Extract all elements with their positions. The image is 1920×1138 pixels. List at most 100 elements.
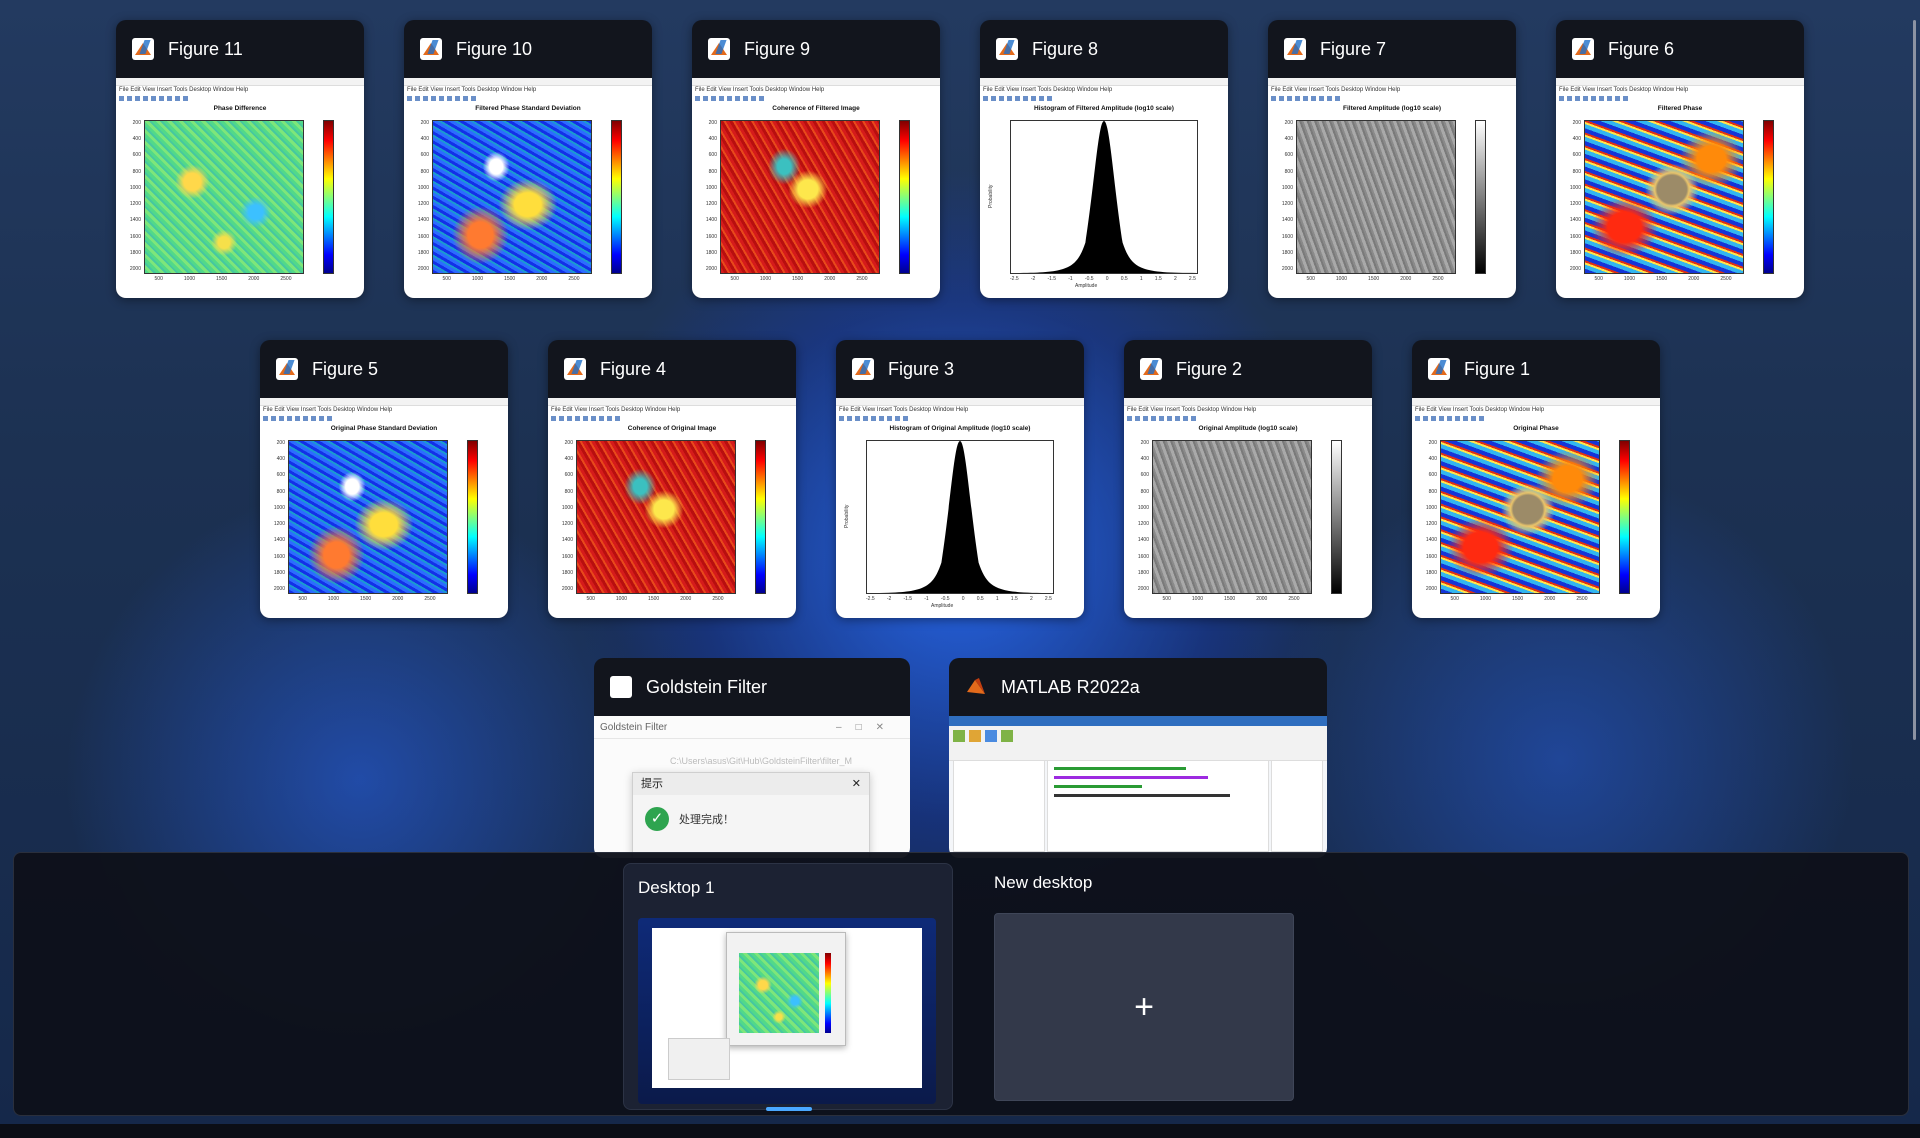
x-tick: 1.5 <box>1154 276 1162 282</box>
plot-title: Filtered Phase <box>1657 105 1703 112</box>
window-controls[interactable]: –□✕ <box>836 722 898 733</box>
x-tick: 1000 <box>759 276 772 282</box>
colorbar <box>323 120 334 274</box>
figure-menu-bar[interactable]: File Edit View Insert Tools Desktop Wind… <box>404 86 652 94</box>
figure-toolbar[interactable] <box>836 414 1084 422</box>
new-desktop-button[interactable]: + <box>994 913 1294 1101</box>
y-tick: 1800 <box>705 249 717 256</box>
y-tick: 1800 <box>1281 249 1293 256</box>
y-tick: 1000 <box>705 184 717 191</box>
path-field[interactable]: C:\Users\asus\Git\Hub\GoldsteinFilter\fi… <box>670 756 852 766</box>
figure-thumbnail[interactable]: File Edit View Insert Tools Desktop Wind… <box>1124 398 1372 618</box>
goldstein-filter-window[interactable]: Goldstein Filter Goldstein Filter –□✕ C:… <box>594 658 910 858</box>
colorbar <box>611 120 622 274</box>
figure-menu-bar[interactable]: File Edit View Insert Tools Desktop Wind… <box>980 86 1228 94</box>
plot-title: Filtered Amplitude (log10 scale) <box>1342 105 1441 112</box>
x-tick: -1 <box>924 596 929 602</box>
figure-menu-bar[interactable]: File Edit View Insert Tools Desktop Wind… <box>548 406 796 414</box>
figure-thumbnail[interactable]: File Edit View Insert Tools Desktop Wind… <box>1268 78 1516 298</box>
y-tick: 1600 <box>1137 553 1149 560</box>
desktop-1-thumbnail[interactable] <box>638 918 936 1104</box>
y-tick: 1200 <box>1425 521 1437 528</box>
y-tick: 200 <box>1140 440 1149 446</box>
y-tick: 600 <box>1284 152 1293 159</box>
figure-menu-bar[interactable]: File Edit View Insert Tools Desktop Wind… <box>1556 86 1804 94</box>
y-tick: 1000 <box>273 504 285 511</box>
figure-window[interactable]: Figure 7 File Edit View Insert Tools Desk… <box>1268 20 1516 298</box>
plot-title: Filtered Phase Standard Deviation <box>475 105 581 112</box>
figure-menu-bar[interactable]: File Edit View Insert Tools Desktop Wind… <box>1412 406 1660 414</box>
matlab-icon <box>852 358 874 380</box>
figure-menu-bar[interactable]: File Edit View Insert Tools Desktop Wind… <box>260 406 508 414</box>
x-tick: 2500 <box>1720 276 1732 282</box>
figure-thumbnail[interactable]: File Edit View Insert Tools Desktop Wind… <box>1556 78 1804 298</box>
matlab-icon <box>965 676 987 698</box>
figure-toolbar[interactable] <box>116 94 364 102</box>
figure-thumbnail[interactable]: File Edit View Insert Tools Desktop Wind… <box>260 398 508 618</box>
close-icon[interactable]: ✕ <box>852 773 861 795</box>
matlab-window[interactable]: MATLAB R2022a <box>949 658 1327 858</box>
figure-toolbar[interactable] <box>1412 414 1660 422</box>
figure-toolbar[interactable] <box>404 94 652 102</box>
x-axis-ticks: 500 1000 1500 2000 2500 <box>720 276 878 282</box>
figure-toolbar[interactable] <box>692 94 940 102</box>
figure-window[interactable]: Figure 3 File Edit View Insert Tools Desk… <box>836 340 1084 618</box>
figure-toolbar[interactable] <box>548 414 796 422</box>
plot-title: Original Amplitude (log10 scale) <box>1198 425 1298 432</box>
figure-menu-bar[interactable]: File Edit View Insert Tools Desktop Wind… <box>116 86 364 94</box>
image-plot <box>1440 440 1600 594</box>
y-tick: 400 <box>1140 456 1149 463</box>
x-tick: 1.5 <box>1010 596 1018 602</box>
x-tick: 2500 <box>280 276 292 282</box>
x-tick: 2000 <box>1256 596 1268 602</box>
y-tick: 800 <box>420 168 429 175</box>
figure-thumbnail[interactable]: File Edit View Insert Tools Desktop Wind… <box>692 78 940 298</box>
figure-thumbnail[interactable]: File Edit View Insert Tools Desktop Wind… <box>548 398 796 618</box>
dialog: 提示 ✕ ✓ 处理完成！ <box>632 772 870 858</box>
figure-thumbnail[interactable]: File Edit View Insert Tools Desktop Wind… <box>1412 398 1660 618</box>
y-tick: 1800 <box>129 249 141 256</box>
plot-title: Original Phase <box>1513 425 1559 432</box>
y-tick: 2000 <box>1137 585 1149 592</box>
y-tick: 200 <box>1284 120 1293 126</box>
window-title: Figure 5 <box>312 358 379 379</box>
figure-window[interactable]: Figure 2 File Edit View Insert Tools Desk… <box>1124 340 1372 618</box>
figure-thumbnail[interactable]: File Edit View Insert Tools Desktop Wind… <box>836 398 1084 618</box>
figure-window[interactable]: Figure 9 File Edit View Insert Tools Desk… <box>692 20 940 298</box>
y-tick: 2000 <box>1425 585 1437 592</box>
figure-window[interactable]: Figure 10 File Edit View Insert Tools Des… <box>404 20 652 298</box>
figure-menu-bar[interactable]: File Edit View Insert Tools Desktop Wind… <box>1268 86 1516 94</box>
figure-window[interactable]: Figure 6 File Edit View Insert Tools Desk… <box>1556 20 1804 298</box>
figure-toolbar[interactable] <box>1124 414 1372 422</box>
x-tick: 500 <box>1450 596 1459 602</box>
figure-thumbnail[interactable]: File Edit View Insert Tools Desktop Wind… <box>980 78 1228 298</box>
colorbar <box>467 440 478 594</box>
figure-menu-bar[interactable]: File Edit View Insert Tools Desktop Wind… <box>836 406 1084 414</box>
new-desktop-card[interactable]: New desktop + <box>980 863 1308 1108</box>
y-tick: 1400 <box>129 217 141 224</box>
figure-menu-bar[interactable]: File Edit View Insert Tools Desktop Wind… <box>692 86 940 94</box>
scrollbar[interactable] <box>1913 20 1916 740</box>
y-tick: 400 <box>132 136 141 143</box>
figure-window[interactable]: Figure 5 File Edit View Insert Tools Desk… <box>260 340 508 618</box>
image-plot <box>288 440 448 594</box>
y-tick: 1200 <box>129 201 141 208</box>
figure-toolbar[interactable] <box>260 414 508 422</box>
y-tick: 800 <box>1284 168 1293 175</box>
figure-thumbnail[interactable]: File Edit View Insert Tools Desktop Wind… <box>116 78 364 298</box>
x-tick: 1 <box>995 596 999 602</box>
image-plot <box>1296 120 1456 274</box>
figure-window[interactable]: Figure 1 File Edit View Insert Tools Desk… <box>1412 340 1660 618</box>
figure-window[interactable]: Figure 8 File Edit View Insert Tools Desk… <box>980 20 1228 298</box>
y-tick: 200 <box>420 120 429 126</box>
y-tick: 2000 <box>705 265 717 272</box>
desktop-1-card[interactable]: Desktop 1 <box>623 863 953 1111</box>
y-tick: 2000 <box>561 585 573 592</box>
figure-window[interactable]: Figure 11 File Edit View Insert Tools Des… <box>116 20 364 298</box>
figure-window[interactable]: Figure 4 File Edit View Insert Tools Desk… <box>548 340 796 618</box>
figure-toolbar[interactable] <box>1556 94 1804 102</box>
figure-thumbnail[interactable]: File Edit View Insert Tools Desktop Wind… <box>404 78 652 298</box>
figure-toolbar[interactable] <box>1268 94 1516 102</box>
figure-toolbar[interactable] <box>980 94 1228 102</box>
figure-menu-bar[interactable]: File Edit View Insert Tools Desktop Wind… <box>1124 406 1372 414</box>
